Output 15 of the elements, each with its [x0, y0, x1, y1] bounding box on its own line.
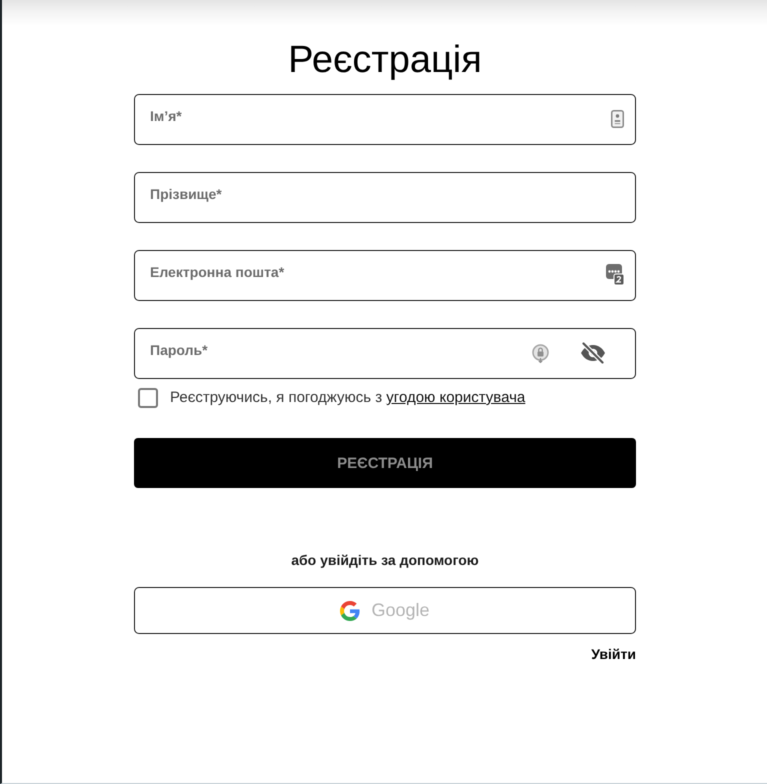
g-logo-icon — [340, 600, 360, 620]
alternative-login-text: або увійдіть за допомогою — [291, 551, 479, 570]
eye-slash-icon[interactable] — [580, 342, 606, 364]
first-name-field[interactable]: Ім’я* — [134, 94, 636, 145]
dots-badge-icon[interactable] — [606, 264, 624, 285]
login-link[interactable]: Увійти — [591, 644, 636, 664]
agreement-checkbox[interactable] — [138, 388, 158, 408]
password-field[interactable]: Пароль* — [134, 328, 636, 379]
agreement-text: Реєструючись, я погоджуюсь з угодою користувача — [170, 388, 526, 408]
terms-link[interactable]: угодою користувача — [386, 389, 526, 406]
page-title: Реєстрація — [288, 38, 482, 82]
last-name-field[interactable]: Прізвище* — [134, 172, 636, 223]
contact-card-icon[interactable] — [611, 110, 624, 128]
lock-circle-icon[interactable] — [532, 344, 549, 362]
email-field[interactable]: Електронна пошта* — [134, 250, 636, 301]
